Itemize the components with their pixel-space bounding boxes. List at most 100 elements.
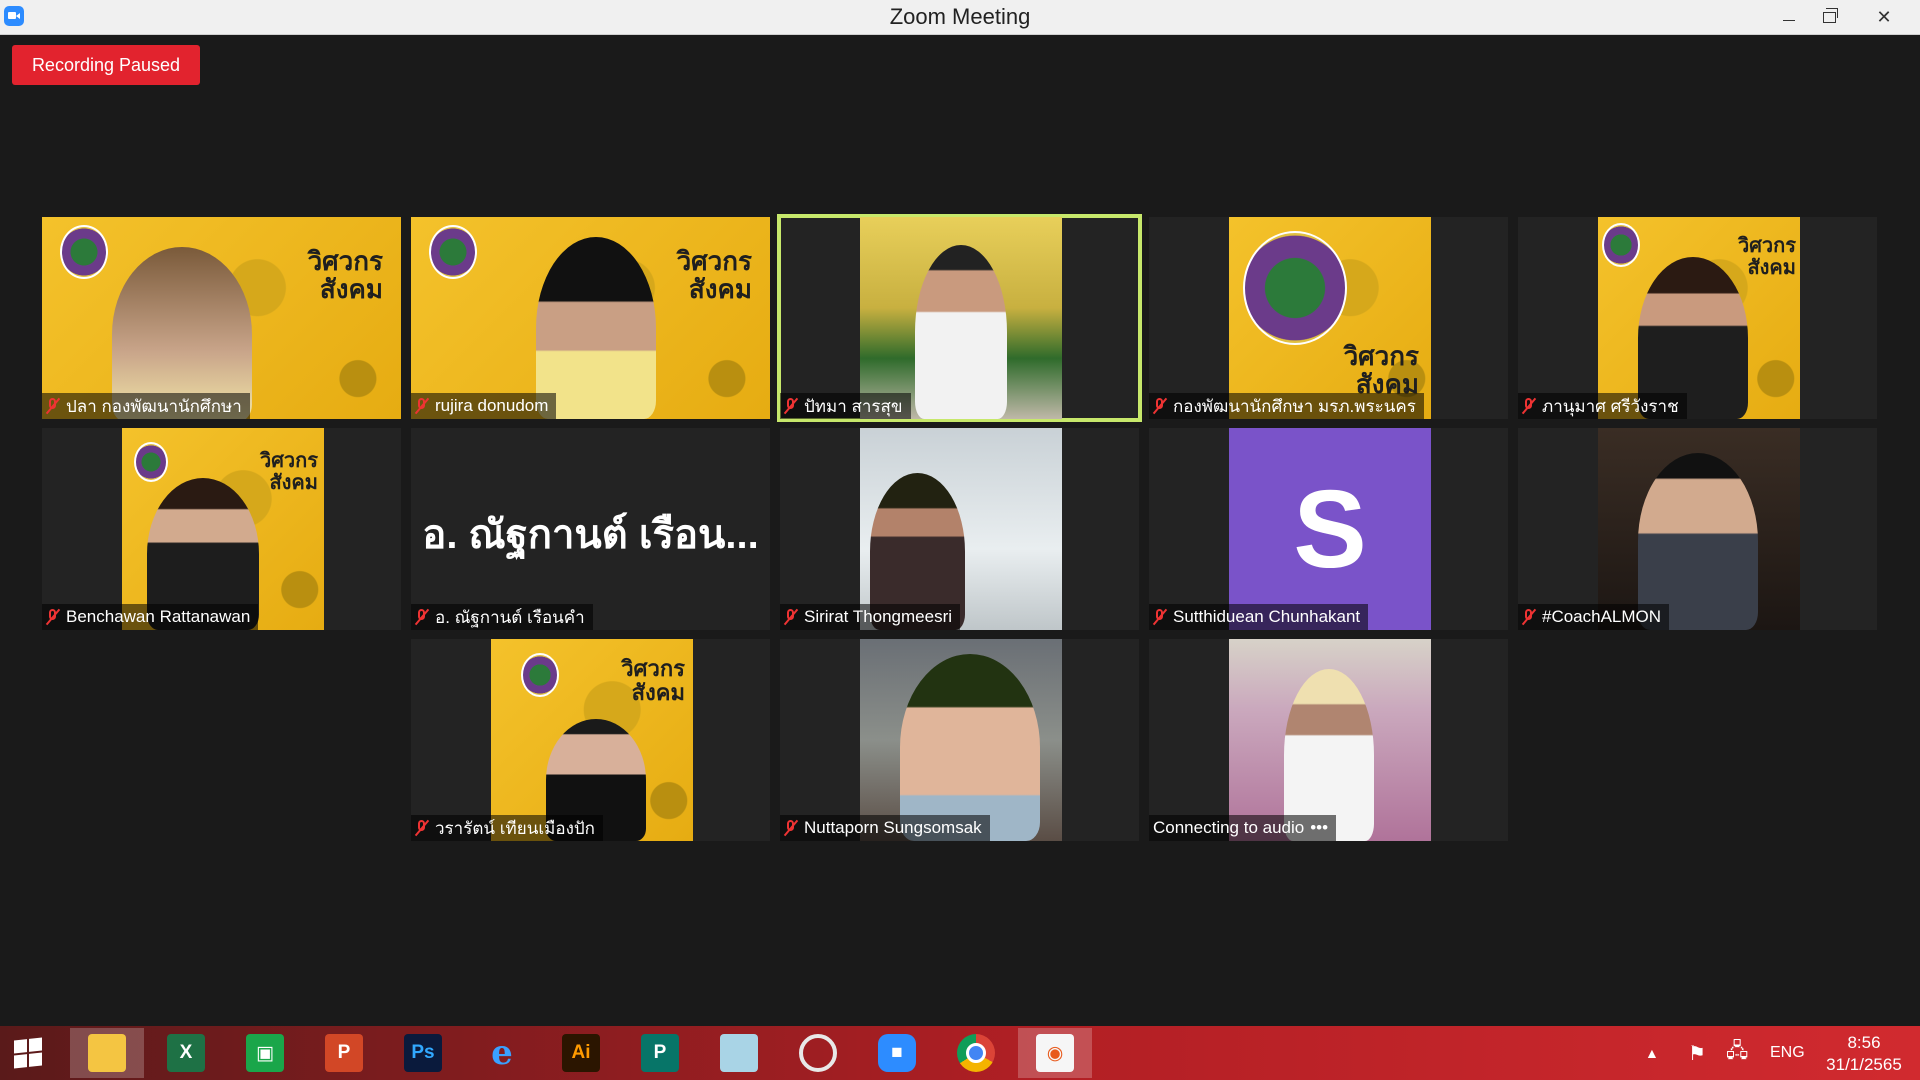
participant-name: #CoachALMON (1542, 607, 1662, 626)
zoom-icon: ■ (878, 1034, 916, 1072)
chrome-icon (957, 1034, 995, 1072)
taskbar-chrome[interactable] (939, 1028, 1013, 1078)
participant-video: วิศวกร สังคม (42, 217, 401, 419)
participant-tile[interactable]: #CoachALMON (1518, 428, 1877, 630)
taskbar-clock[interactable]: 8:56 31/1/2565 (1818, 1032, 1910, 1076)
start-button[interactable] (14, 1037, 42, 1069)
university-seal-icon (1602, 223, 1640, 267)
mic-muted-icon (784, 819, 798, 837)
brand-text: วิศวกร สังคม (1737, 235, 1796, 279)
university-seal-icon (134, 442, 168, 482)
powerpoint-icon: P (325, 1034, 363, 1072)
excel-icon: X (167, 1034, 205, 1072)
participant-tile[interactable]: วิศวกร สังคม Benchawan Rattanawan (42, 428, 401, 630)
brand-text: วิศวกร สังคม (259, 450, 318, 494)
clock-time: 8:56 (1847, 1033, 1881, 1052)
taskbar-photoscape[interactable] (781, 1028, 855, 1078)
participant-tile[interactable]: วิศวกร สังคม ภานุมาศ ศรีวังราช (1518, 217, 1877, 419)
recording-status-button[interactable]: Recording Paused (12, 45, 200, 85)
participant-name-tag: Connecting to audio ••• (1149, 815, 1337, 841)
snagit-icon: ◉ (1036, 1034, 1074, 1072)
participant-name-tag: Benchawan Rattanawan (42, 604, 259, 630)
photoshop-icon: Ps (404, 1034, 442, 1072)
network-icon[interactable]: 🖧 (1726, 1026, 1748, 1080)
participant-figure (536, 237, 656, 419)
participant-name: rujira donudom (435, 396, 549, 415)
store-icon: ▣ (246, 1034, 284, 1072)
taskbar-powerpoint[interactable]: P (307, 1028, 381, 1078)
show-hidden-icons-button[interactable]: ▲ (1645, 1026, 1659, 1080)
loading-dots-icon: ••• (1310, 818, 1329, 837)
taskbar-illustrator[interactable]: Ai (544, 1028, 618, 1078)
connecting-audio-status: Connecting to audio (1153, 818, 1305, 837)
taskbar-internet-explorer[interactable]: e (465, 1028, 539, 1078)
university-seal-icon (429, 225, 477, 279)
participant-tile-active-speaker[interactable]: ปัทมา สารสุข (777, 214, 1142, 422)
taskbar-publisher[interactable]: P (623, 1028, 697, 1078)
participant-video: วิศวกร สังคม (411, 217, 770, 419)
participant-name: ภานุมาศ ศรีวังราช (1542, 396, 1679, 416)
input-language[interactable]: ENG (1770, 1026, 1805, 1080)
restore-icon (1822, 7, 1838, 23)
mic-muted-icon (1153, 608, 1167, 626)
participant-tile[interactable]: วิศวกร สังคม กองพัฒนานักศึกษา มรภ.พระนคร (1149, 217, 1508, 419)
participant-tile[interactable]: S Sutthiduean Chunhakant (1149, 428, 1508, 630)
participant-tile[interactable]: Nuttaporn Sungsomsak (780, 639, 1139, 841)
taskbar-file-explorer[interactable] (70, 1028, 144, 1078)
mic-muted-icon (415, 819, 429, 837)
close-button[interactable]: ✕ (1858, 0, 1910, 34)
mic-muted-icon (784, 608, 798, 626)
brand-text: วิศวกร สังคม (1343, 341, 1419, 399)
participant-placeholder-name: อ. ณัฐกานต์ เรือน... (422, 513, 759, 557)
avatar-letter: S (1293, 467, 1367, 591)
participant-tile[interactable]: วิศวกร สังคม ปลา กองพัฒนานักศึกษา (42, 217, 401, 419)
mic-muted-icon (46, 397, 60, 415)
taskbar-excel[interactable]: X (149, 1028, 223, 1078)
participant-tile[interactable]: Connecting to audio ••• (1149, 639, 1508, 841)
mic-muted-icon (1522, 608, 1536, 626)
mic-muted-icon (784, 397, 798, 415)
participant-video (1229, 639, 1431, 841)
participant-name: วรารัตน์ เทียนเมืองปัก (435, 818, 595, 838)
participant-name: ปลา กองพัฒนานักศึกษา (66, 396, 242, 416)
taskbar-zoom[interactable]: ■ (860, 1028, 934, 1078)
maximize-button[interactable] (1806, 0, 1852, 34)
participant-name-tag: #CoachALMON (1518, 604, 1670, 630)
publisher-icon: P (641, 1034, 679, 1072)
participant-video (1598, 428, 1800, 630)
participant-figure (915, 245, 1007, 419)
mic-muted-icon (1522, 397, 1536, 415)
participant-tile[interactable]: อ. ณัฐกานต์ เรือน... อ. ณัฐกานต์ เรือนคำ (411, 428, 770, 630)
window-titlebar: Zoom Meeting ✕ (0, 0, 1920, 35)
internet-explorer-icon: e (491, 1033, 513, 1073)
participant-video (860, 217, 1062, 419)
participant-name-tag: rujira donudom (411, 393, 557, 419)
participant-tile[interactable]: วิศวกร สังคม วรารัตน์ เทียนเมืองปัก (411, 639, 770, 841)
mic-muted-icon (46, 608, 60, 626)
university-seal-icon (521, 653, 559, 697)
participant-tile[interactable]: วิศวกร สังคม rujira donudom (411, 217, 770, 419)
participant-name-tag: กองพัฒนานักศึกษา มรภ.พระนคร (1149, 393, 1424, 419)
brand-text: วิศวกร สังคม (307, 246, 383, 304)
illustrator-icon: Ai (562, 1034, 600, 1072)
participant-video (860, 428, 1062, 630)
clock-date: 31/1/2565 (1826, 1055, 1902, 1074)
window-title: Zoom Meeting (889, 4, 1031, 29)
mic-muted-icon (1153, 397, 1167, 415)
participant-name-tag: Sutthiduean Chunhakant (1149, 604, 1369, 630)
taskbar-photoshop[interactable]: Ps (386, 1028, 460, 1078)
windows-taskbar: X ▣ P Ps e Ai P ■ ◉ ▲ ⚑ 🖧 ENG 8:56 31/1/… (0, 1026, 1920, 1080)
university-seal-icon (60, 225, 108, 279)
taskbar-store[interactable]: ▣ (228, 1028, 302, 1078)
brand-text: วิศวกร สังคม (676, 246, 752, 304)
action-center-flag-icon[interactable]: ⚑ (1688, 1026, 1706, 1080)
taskbar-snagit[interactable]: ◉ (1018, 1028, 1092, 1078)
participant-tile[interactable]: Sirirat Thongmeesri (780, 428, 1139, 630)
participant-name: Nuttaporn Sungsomsak (804, 818, 982, 837)
participant-figure (900, 654, 1040, 841)
brand-text: วิศวกร สังคม (621, 656, 685, 705)
participant-name: Sirirat Thongmeesri (804, 607, 953, 626)
participant-video (860, 639, 1062, 841)
participant-avatar: S (1229, 428, 1431, 630)
taskbar-notepad[interactable] (702, 1028, 776, 1078)
